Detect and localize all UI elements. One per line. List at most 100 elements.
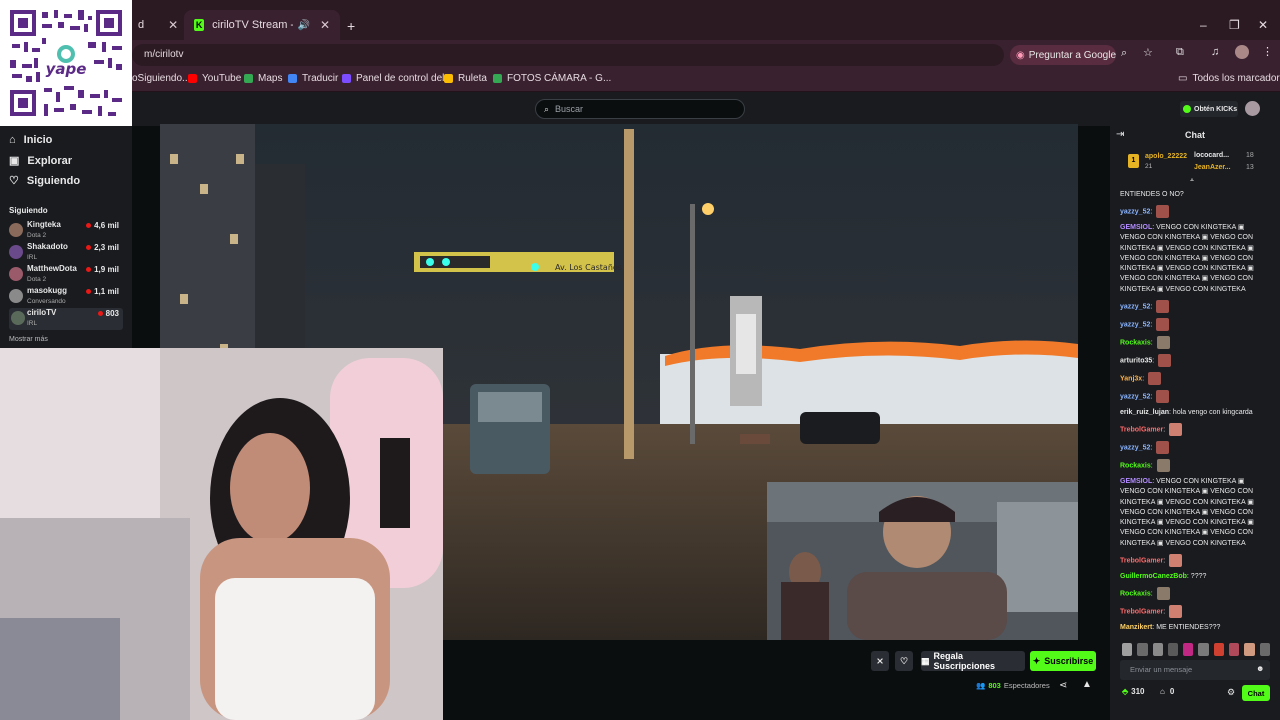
speaker-icon[interactable]: 🔊 bbox=[297, 20, 309, 31]
menu-kebab-icon[interactable]: ⋮ bbox=[1262, 45, 1273, 58]
browser-tab-active[interactable]: K ciriloTV Stream - Watch Liv 🔊 ✕ bbox=[184, 10, 340, 40]
emote-icon[interactable] bbox=[1122, 643, 1133, 656]
emote-icon[interactable] bbox=[1198, 643, 1209, 656]
emote-icon bbox=[1156, 336, 1170, 349]
heart-icon[interactable]: ♡ bbox=[895, 651, 913, 671]
viewers-label: Espectadores bbox=[1003, 681, 1050, 690]
emote-icon bbox=[1156, 587, 1170, 600]
webcam-frame bbox=[0, 348, 443, 720]
chat-message: yazzy_52: bbox=[1120, 205, 1270, 218]
close-tab-icon[interactable]: ✕ bbox=[320, 18, 330, 32]
sidebar-channel[interactable]: masokugg Conversando 1,1 mil bbox=[9, 286, 123, 308]
user-avatar[interactable] bbox=[1245, 101, 1260, 116]
bookmark-item[interactable]: YouTube bbox=[188, 73, 241, 84]
minimize-icon[interactable]: – bbox=[1200, 18, 1207, 32]
emote-icon[interactable] bbox=[1137, 643, 1148, 656]
mute-icon[interactable]: ⨯ bbox=[871, 651, 889, 671]
bookmark-item[interactable]: Panel de control del... bbox=[342, 73, 453, 84]
browser-tab-inactive[interactable]: d ✕ bbox=[124, 10, 184, 40]
chat-username[interactable]: Manzikert bbox=[1120, 624, 1152, 631]
chat-username[interactable]: arturito35 bbox=[1120, 357, 1152, 364]
bookmark-item[interactable]: oSiguiendo... bbox=[132, 73, 190, 84]
url-field[interactable]: m/cirilotv bbox=[132, 44, 1004, 66]
close-window-icon[interactable]: ✕ bbox=[1258, 18, 1268, 32]
viewer-count-display: 👥 803 Espectadores bbox=[976, 681, 1050, 690]
chat-username[interactable]: yazzy_52 bbox=[1120, 444, 1150, 451]
settings-icon[interactable]: ⚙ bbox=[1227, 687, 1235, 698]
emoji-icon[interactable]: ☻ bbox=[1256, 664, 1264, 673]
chat-username[interactable]: TrebolGamer bbox=[1120, 557, 1163, 564]
nav-home[interactable]: ⌂ Inicio bbox=[9, 134, 52, 146]
chat-username[interactable]: yazzy_52 bbox=[1120, 393, 1150, 400]
share-icon[interactable]: ⋖ bbox=[1059, 680, 1067, 691]
chat-message: arturito35: bbox=[1120, 354, 1270, 367]
sidebar-channel-active[interactable]: ciriloTV IRL 803 bbox=[9, 308, 123, 330]
chat-username[interactable]: TrebolGamer bbox=[1120, 608, 1163, 615]
chat-username[interactable]: Rockaxis bbox=[1120, 462, 1151, 469]
emote-icon[interactable] bbox=[1229, 643, 1240, 656]
nav-explore[interactable]: ▣ Explorar bbox=[9, 154, 72, 168]
new-tab-button[interactable]: + bbox=[347, 18, 355, 34]
all-bookmarks-button[interactable]: ▭ Todos los marcadores bbox=[1178, 73, 1280, 84]
get-kicks-button[interactable]: Obtén KICKs bbox=[1180, 101, 1238, 117]
emote-icon[interactable] bbox=[1259, 643, 1270, 656]
restore-icon[interactable]: ❐ bbox=[1229, 18, 1240, 32]
gifter-name[interactable]: lococard... bbox=[1194, 152, 1229, 159]
chat-username[interactable]: GEMSIOL bbox=[1120, 478, 1152, 485]
subscribe-button[interactable]: ✦ Suscribirse bbox=[1030, 651, 1096, 671]
avatar bbox=[9, 223, 23, 237]
chat-username[interactable]: TrebolGamer bbox=[1120, 426, 1163, 433]
sidebar-channel[interactable]: Kingteka Dota 2 4,6 mil bbox=[9, 220, 123, 242]
chat-username[interactable]: Rockaxis bbox=[1120, 590, 1151, 597]
chat-username[interactable]: erik_ruiz_lujan bbox=[1120, 409, 1169, 416]
extensions-icon[interactable]: ⧉ bbox=[1176, 46, 1184, 59]
channel-name: MatthewDota bbox=[27, 264, 77, 273]
gift-subs-button[interactable]: ▦ Regala Suscripciones bbox=[921, 651, 1025, 671]
chat-message: yazzy_52: bbox=[1120, 441, 1270, 454]
chat-username[interactable]: yazzy_52 bbox=[1120, 208, 1150, 215]
search-input[interactable]: ⌕ Buscar bbox=[535, 99, 745, 119]
bookmark-item[interactable]: Traducir bbox=[288, 73, 338, 84]
close-tab-icon[interactable]: ✕ bbox=[168, 18, 178, 32]
bookmark-item[interactable]: FOTOS CÁMARA - G... bbox=[493, 73, 611, 84]
emote-icon[interactable] bbox=[1183, 643, 1194, 656]
chat-username[interactable]: GEMSIOL bbox=[1120, 224, 1152, 231]
ask-google-button[interactable]: ◉ Preguntar a Google bbox=[1010, 45, 1116, 65]
sidebar-channel[interactable]: MatthewDota Dota 2 1,9 mil bbox=[9, 264, 123, 286]
chat-input[interactable]: Enviar un mensaje ☻ bbox=[1120, 660, 1270, 680]
heart-icon: ♡ bbox=[9, 175, 19, 187]
emote-icon[interactable] bbox=[1244, 643, 1255, 656]
top-gifter-name[interactable]: apolo_22222 bbox=[1145, 153, 1187, 160]
bookmark-item[interactable]: Maps bbox=[244, 73, 282, 84]
chat-text: ENTIENDES O NO? bbox=[1120, 191, 1184, 198]
emote-icon[interactable] bbox=[1167, 643, 1179, 656]
chat-username[interactable]: GuillermoCanezBob bbox=[1120, 573, 1187, 580]
expand-leaderboard-icon[interactable]: ⩡ bbox=[1190, 177, 1194, 185]
dashboard-icon bbox=[342, 74, 351, 83]
chat-username[interactable]: yazzy_52 bbox=[1120, 303, 1150, 310]
bookmark-item[interactable]: Ruleta bbox=[444, 73, 487, 84]
show-more-link[interactable]: Mostrar más bbox=[9, 336, 48, 343]
emote-icon[interactable] bbox=[1152, 643, 1163, 656]
star-icon[interactable]: ☆ bbox=[1143, 46, 1153, 59]
send-chat-button[interactable]: Chat bbox=[1242, 685, 1270, 701]
chat-text: hola vengo con kingcarda bbox=[1172, 409, 1253, 416]
emote-icon[interactable] bbox=[1213, 643, 1225, 656]
report-icon[interactable]: ▲ bbox=[1082, 679, 1092, 690]
media-icon[interactable]: ♫ bbox=[1211, 46, 1219, 58]
kicks-balance[interactable]: ⬘ 310 bbox=[1122, 687, 1145, 696]
chat-message: TrebolGamer: bbox=[1120, 554, 1270, 567]
viewer-count: 4,6 mil bbox=[86, 221, 119, 230]
profile-avatar[interactable] bbox=[1235, 45, 1249, 59]
emote-icon bbox=[1148, 372, 1162, 385]
gifter-name[interactable]: JeanAzer... bbox=[1194, 164, 1231, 171]
chat-username[interactable]: yazzy_52 bbox=[1120, 321, 1150, 328]
points-balance[interactable]: ⌂ 0 bbox=[1160, 687, 1174, 696]
chat-username[interactable]: Rockaxis bbox=[1120, 339, 1151, 346]
webcam-overlay bbox=[0, 348, 443, 720]
zoom-icon[interactable]: ⌕ bbox=[1121, 47, 1127, 60]
nav-following[interactable]: ♡ Siguiendo bbox=[9, 174, 80, 188]
chat-username[interactable]: Yanj3x bbox=[1120, 375, 1142, 382]
avatar bbox=[9, 267, 23, 281]
sidebar-channel[interactable]: Shakadoto IRL 2,3 mil bbox=[9, 242, 123, 264]
